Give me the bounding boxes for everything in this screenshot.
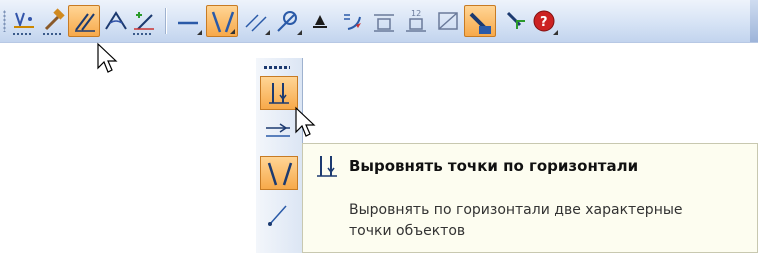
- tooltip-title: Выровнять точки по горизонтали: [349, 157, 639, 175]
- symmetry-button[interactable]: [260, 156, 298, 190]
- fix-point-button[interactable]: [304, 5, 336, 37]
- tooltip-description: Выровнять по горизонтали две характерные…: [349, 202, 683, 239]
- constraints-toolbar: 12 ?: [0, 0, 758, 43]
- align-points-horizontal-icon: [317, 156, 337, 177]
- symmetry-dropdown-panel: [256, 58, 303, 253]
- parallel-lines-button[interactable]: [240, 5, 272, 37]
- horizontal-line-button[interactable]: [172, 5, 204, 37]
- dropdown-arrow-icon: [230, 29, 235, 34]
- dimension-12-button[interactable]: 12: [400, 5, 432, 37]
- mouse-cursor-icon: [97, 42, 118, 73]
- parallel-constraint-icon: [75, 13, 95, 32]
- tear-off-handle[interactable]: [264, 66, 290, 69]
- parallel-constraint-button[interactable]: [68, 5, 100, 37]
- svg-text:?: ?: [540, 15, 548, 30]
- dropdown-arrow-icon: [197, 30, 202, 35]
- toolbar-overflow-button[interactable]: [750, 0, 758, 42]
- submenu-indicator: [43, 33, 61, 35]
- diagonal-line-button[interactable]: [260, 196, 298, 230]
- pencil-paper-icon: [469, 12, 491, 34]
- dropdown-arrow-icon: [265, 30, 270, 35]
- arrow-constraint-button[interactable]: [336, 5, 368, 37]
- tangent-button[interactable]: [272, 5, 304, 37]
- diagonal-line-icon: [268, 205, 287, 226]
- align-horizontal-arrows-button[interactable]: [260, 116, 298, 150]
- toolbar-separator: [165, 8, 167, 34]
- symmetry-icon: [267, 162, 293, 186]
- arrow-constraint-icon: [344, 14, 361, 30]
- toolbar-grip[interactable]: [3, 10, 6, 32]
- point-on-curve-button[interactable]: [8, 5, 40, 37]
- help-button[interactable]: ?: [528, 5, 560, 37]
- mouse-cursor-icon: [295, 106, 316, 137]
- add-dimension-button[interactable]: [128, 5, 160, 37]
- pencil-paper-button[interactable]: [464, 5, 496, 37]
- submenu-indicator: [13, 33, 31, 35]
- perpendicular-box-button[interactable]: [432, 5, 464, 37]
- symmetry-constraint-button[interactable]: [206, 5, 238, 37]
- perpendicular-box-icon: [438, 12, 458, 30]
- dropdown-arrow-icon: [297, 30, 302, 35]
- dimension-box-button[interactable]: [368, 5, 400, 37]
- submenu-indicator: [133, 33, 151, 35]
- dimension-box-icon: [374, 14, 394, 32]
- dropdown-arrow-icon: [553, 30, 558, 35]
- svg-text:12: 12: [411, 9, 421, 18]
- tooltip: Выровнять точки по горизонтали Выровнять…: [302, 143, 758, 253]
- hammer-button[interactable]: [38, 5, 70, 37]
- dimension-12-icon: 12: [406, 9, 426, 32]
- align-points-horizontal-button[interactable]: [260, 76, 298, 110]
- fix-point-icon: [313, 15, 327, 28]
- align-horizontal-arrows-icon: [266, 123, 290, 137]
